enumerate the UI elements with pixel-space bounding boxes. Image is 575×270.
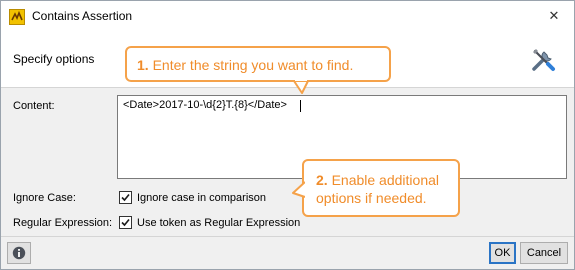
callout-text: Enable additional options if needed. <box>316 172 439 206</box>
close-button[interactable]: ✕ <box>540 5 568 27</box>
text-caret <box>300 100 301 112</box>
callout-additional-options: 2. Enable additional options if needed. <box>302 159 460 217</box>
header-title: Specify options <box>13 52 95 66</box>
checkmark-icon <box>121 218 130 227</box>
callout-number: 1. <box>137 57 149 73</box>
regex-checkbox-label[interactable]: Use token as Regular Expression <box>137 217 300 229</box>
ok-button[interactable]: OK <box>489 242 516 264</box>
ignore-case-checkbox-label[interactable]: Ignore case in comparison <box>137 192 266 204</box>
tools-icon <box>529 46 557 77</box>
ignore-case-label: Ignore Case: <box>13 192 76 204</box>
app-logo-icon <box>9 9 25 25</box>
footer-divider <box>1 236 574 237</box>
info-button[interactable] <box>7 242 31 264</box>
content-value: <Date>2017-10-\d{2}T.{8}</Date> <box>123 99 287 111</box>
dialog-window: Contains Assertion ✕ Specify options Con… <box>0 0 575 270</box>
callout-text: Enter the string you want to find. <box>152 57 354 73</box>
callout-pointer-icon <box>292 181 306 198</box>
window-title: Contains Assertion <box>32 9 133 23</box>
callout-number: 2. <box>316 172 328 188</box>
regex-checkbox[interactable] <box>119 216 132 229</box>
cancel-button[interactable]: Cancel <box>520 242 568 264</box>
callout-enter-string: 1. Enter the string you want to find. <box>125 46 391 82</box>
info-icon <box>12 246 26 260</box>
callout-pointer-icon <box>293 80 309 94</box>
content-label: Content: <box>13 100 55 112</box>
close-icon: ✕ <box>548 8 560 23</box>
regex-label: Regular Expression: <box>13 217 113 229</box>
ignore-case-checkbox[interactable] <box>119 191 132 204</box>
title-bar[interactable]: Contains Assertion ✕ <box>1 1 574 32</box>
checkmark-icon <box>121 193 130 202</box>
